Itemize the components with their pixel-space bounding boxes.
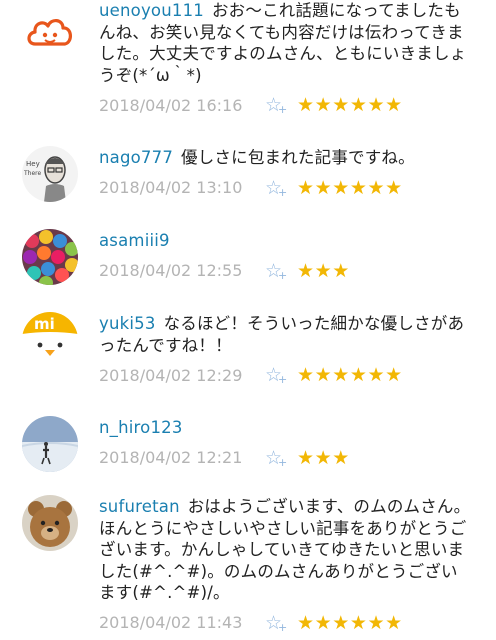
sketch-portrait-avatar[interactable]: Hey There	[22, 146, 78, 202]
comment-date: 2018/04/02 12:55	[99, 261, 243, 280]
svg-text:Hey: Hey	[26, 160, 40, 168]
comment-meta: 2018/04/02 16:16 ☆ + ★★★★★★	[99, 94, 471, 116]
star-rating: ★★★★★★	[297, 94, 403, 116]
comment-meta: 2018/04/02 13:10 ☆ + ★★★★★★	[99, 177, 471, 199]
comment-meta: 2018/04/02 11:43 ☆ + ★★★★★★	[99, 612, 471, 634]
svg-text:mi: mi	[34, 315, 55, 333]
teddy-bear-avatar[interactable]	[22, 495, 78, 551]
comment-meta: 2018/04/02 12:29 ☆ + ★★★★★★	[99, 364, 471, 386]
star-rating: ★★★★★★	[297, 176, 403, 199]
username-link[interactable]: asamiii9	[99, 231, 170, 250]
snowy-landscape-avatar[interactable]	[22, 416, 78, 472]
comment-text: nago777 優しさに包まれた記事ですね。	[99, 147, 471, 169]
username-link[interactable]: sufuretan	[99, 497, 180, 516]
comment-date: 2018/04/02 16:16	[99, 95, 243, 115]
username-link[interactable]: nago777	[99, 148, 173, 167]
comment-date: 2018/04/02 11:43	[99, 613, 243, 632]
star-rating: ★★★★★★	[297, 611, 403, 634]
comment-meta: 2018/04/02 12:21 ☆ + ★★★	[99, 447, 471, 469]
cloud-face-avatar[interactable]	[22, 6, 78, 62]
star-plus-icon[interactable]: ☆ +	[265, 177, 297, 199]
star-rating: ★★★★★★	[297, 364, 403, 386]
comment-meta: 2018/04/02 12:55 ☆ + ★★★	[99, 260, 471, 282]
star-rating: ★★★	[297, 259, 350, 282]
comment-text: yuki53 なるほど！そういった細かな優しさがあったんですね！！	[99, 313, 471, 356]
mi-chick-avatar[interactable]: mi	[22, 312, 78, 368]
comment-list: uenoyou111 おお〜これ話題になってましたもんね、お笑い見なくても内容だけ…	[0, 0, 496, 640]
comment-text: asamiii9	[99, 230, 471, 252]
comment-date: 2018/04/02 12:29	[99, 365, 243, 385]
star-plus-icon[interactable]: ☆ +	[265, 447, 297, 469]
comment-date: 2018/04/02 13:10	[99, 178, 243, 197]
svg-text:There: There	[23, 170, 41, 177]
comment-text: n_hiro123	[99, 417, 471, 439]
star-plus-icon[interactable]: ☆ +	[265, 94, 297, 116]
colorful-pompoms-avatar[interactable]	[22, 229, 78, 285]
star-rating: ★★★	[297, 446, 350, 469]
star-plus-icon[interactable]: ☆ +	[265, 260, 297, 282]
comment-text: sufuretan おはようございます、のムのムさん。ほんとうにやさしいやさしい記…	[99, 496, 471, 604]
comment-text: uenoyou111 おお〜これ話題になってましたもんね、お笑い見なくても内容だけ…	[99, 0, 471, 86]
username-link[interactable]: yuki53	[99, 314, 156, 333]
username-link[interactable]: n_hiro123	[99, 418, 183, 437]
comment-body: 優しさに包まれた記事ですね。	[181, 148, 415, 167]
username-link[interactable]: uenoyou111	[99, 1, 204, 20]
comment-date: 2018/04/02 12:21	[99, 448, 243, 467]
star-plus-icon[interactable]: ☆ +	[265, 364, 297, 386]
star-plus-icon[interactable]: ☆ +	[265, 612, 297, 634]
